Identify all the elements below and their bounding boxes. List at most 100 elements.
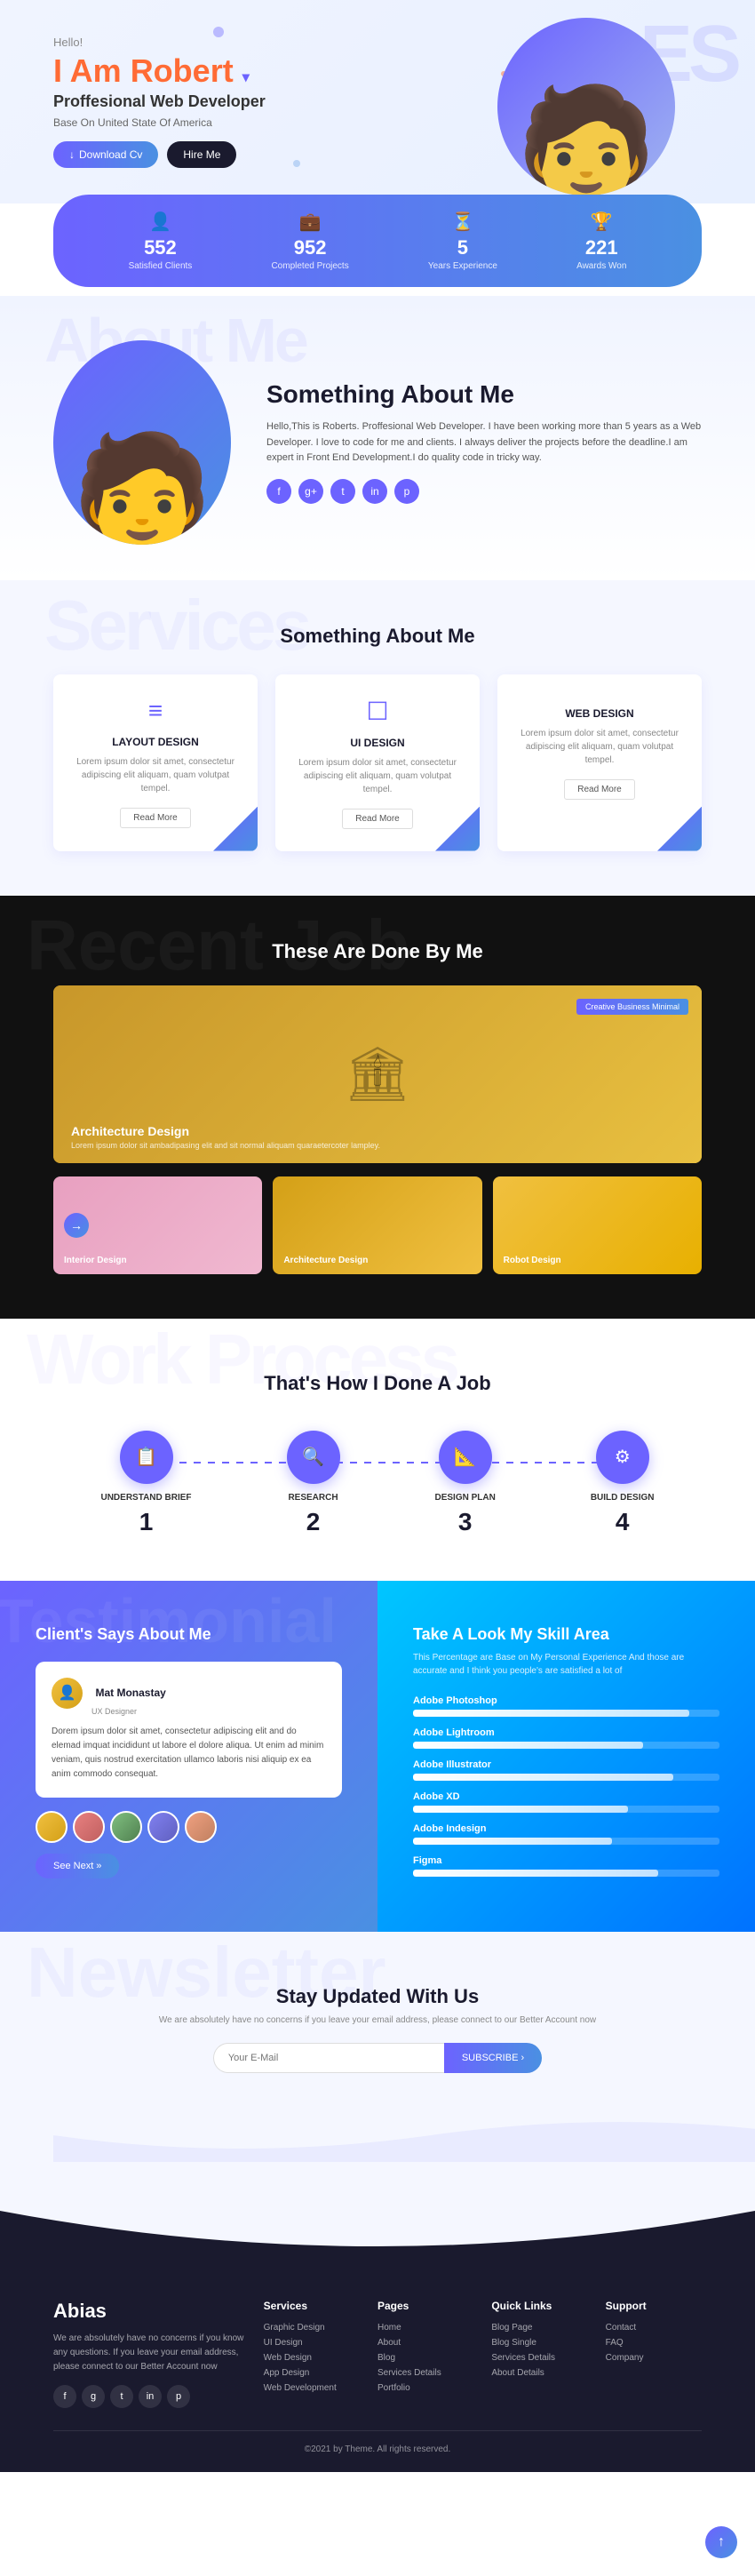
newsletter-email-input[interactable] xyxy=(213,2043,444,2073)
skill-bar-background: 65% xyxy=(413,1838,719,1845)
service-name: LAYOUT DESIGN xyxy=(71,736,240,748)
stat-label: Satisfied Clients xyxy=(129,261,193,271)
footer-link-2-0[interactable]: Blog Page xyxy=(491,2323,587,2333)
skill-name: Adobe Illustrator xyxy=(413,1759,719,1770)
social-linkedin-icon[interactable]: in xyxy=(362,479,387,504)
about-section: About Me 🧑 Something About Me Hello,This… xyxy=(0,296,755,580)
footer-link-0-1[interactable]: UI Design xyxy=(264,2338,360,2348)
newsletter-desc: We are absolutely have no concerns if yo… xyxy=(53,2015,702,2025)
process-step-number: 2 xyxy=(287,1508,340,1536)
service-card: WEB DESIGN Lorem ipsum dolor sit amet, c… xyxy=(497,674,702,851)
stat-item: ⏳5Years Experience xyxy=(428,211,497,271)
stat-icon: 👤 xyxy=(129,211,193,233)
footer-link-3-0[interactable]: Contact xyxy=(606,2323,702,2333)
process-step-icon: 🔍 xyxy=(287,1431,340,1484)
social-google-icon[interactable]: g+ xyxy=(298,479,323,504)
hire-me-button[interactable]: Hire Me xyxy=(167,141,236,168)
footer-link-1-2[interactable]: Blog xyxy=(378,2353,473,2363)
see-next-button[interactable]: See Next » xyxy=(36,1854,119,1878)
service-icon: ☐ xyxy=(293,697,462,726)
read-more-button[interactable]: Read More xyxy=(120,808,190,828)
skill-item: Adobe Photoshop 90% xyxy=(413,1695,719,1717)
testimonial-title: Client's Says About Me xyxy=(36,1625,342,1644)
hero-name-highlight: Robert xyxy=(131,52,234,89)
social-pinterest-icon[interactable]: p xyxy=(394,479,419,504)
newsletter-subscribe-button[interactable]: SUBSCRIBE › xyxy=(444,2043,542,2073)
footer-social-icon-0[interactable]: f xyxy=(53,2385,76,2408)
stat-item: 👤552Satisfied Clients xyxy=(129,211,193,271)
footer-link-1-4[interactable]: Portfolio xyxy=(378,2383,473,2393)
portfolio-section: Recent Job These Are Done By Me 🏛 🕯 Arch… xyxy=(0,896,755,1319)
process-connector-line xyxy=(151,1462,605,1463)
deco-dot xyxy=(293,160,300,167)
footer-link-0-2[interactable]: Web Design xyxy=(264,2353,360,2363)
portfolio-main-item[interactable]: 🏛 🕯 Architecture Design Lorem ipsum dolo… xyxy=(53,985,702,1163)
footer-link-1-1[interactable]: About xyxy=(378,2338,473,2348)
skill-bar-background: 85% xyxy=(413,1774,719,1781)
footer-social-icon-3[interactable]: in xyxy=(139,2385,162,2408)
footer-link-0-3[interactable]: App Design xyxy=(264,2368,360,2378)
reviewer-avatar-3 xyxy=(110,1811,142,1843)
footer-column-0: Services Graphic Design UI Design Web Desi… xyxy=(264,2300,360,2408)
footer-col-title-0: Services xyxy=(264,2300,360,2312)
read-more-button[interactable]: Read More xyxy=(342,809,412,829)
skill-bar-fill: 75% xyxy=(413,1742,643,1749)
stat-item: 💼952Completed Projects xyxy=(271,211,348,271)
footer-link-1-3[interactable]: Services Details xyxy=(378,2368,473,2378)
process-step: 📐 DESIGN PLAN 3 xyxy=(435,1431,496,1536)
portfolio-sub-item-1[interactable]: →Interior Design xyxy=(53,1176,262,1274)
testimonial-role: UX Designer xyxy=(91,1707,326,1716)
footer-link-3-2[interactable]: Company xyxy=(606,2353,702,2363)
footer-link-2-2[interactable]: Services Details xyxy=(491,2353,587,2363)
skill-name: Adobe Lightroom xyxy=(413,1727,719,1738)
testimonial-name: Mat Monastay xyxy=(95,1687,165,1699)
footer-link-0-4[interactable]: Web Development xyxy=(264,2383,360,2393)
read-more-button[interactable]: Read More xyxy=(564,779,634,800)
deco-dot xyxy=(213,27,224,37)
portfolio-sub-item-3[interactable]: Robot Design xyxy=(493,1176,702,1274)
portfolio-sub-grid: →Interior DesignArchitecture Design Robot… xyxy=(53,1176,702,1274)
testimonial-bg-text: Testimonial xyxy=(0,1585,337,1656)
wave-decoration xyxy=(53,2109,755,2162)
footer-social-icon-4[interactable]: p xyxy=(167,2385,190,2408)
newsletter-section: Newsletter Stay Updated With Us We are a… xyxy=(0,1932,755,2211)
back-to-top-button[interactable]: ↑ xyxy=(705,2526,737,2558)
hero-subtitle: Proffesional Web Developer xyxy=(53,92,409,111)
process-step: 📋 UNDERSTAND BRIEF 1 xyxy=(100,1431,191,1536)
footer-link-3-1[interactable]: FAQ xyxy=(606,2338,702,2348)
download-cv-button[interactable]: ↓ Download Cv xyxy=(53,141,158,168)
reviewer-avatar-1 xyxy=(36,1811,68,1843)
footer-col-title-1: Pages xyxy=(378,2300,473,2312)
portfolio-sub-label: Robot Design xyxy=(504,1256,561,1265)
footer-link-0-0[interactable]: Graphic Design xyxy=(264,2323,360,2333)
stat-number: 221 xyxy=(576,236,626,259)
social-twitter-icon[interactable]: t xyxy=(330,479,355,504)
process-step: ⚙ BUILD DESIGN 4 xyxy=(591,1431,655,1536)
portfolio-title: These Are Done By Me xyxy=(53,940,702,963)
skills-section: Take A Look My Skill Area This Percentag… xyxy=(378,1581,755,1932)
footer-col-title-3: Support xyxy=(606,2300,702,2312)
portfolio-sub-item-2[interactable]: Architecture Design xyxy=(273,1176,481,1274)
reviewer-avatars xyxy=(36,1811,342,1843)
footer-social-icon-2[interactable]: t xyxy=(110,2385,133,2408)
skill-bar-background: 80% xyxy=(413,1870,719,1877)
social-facebook-icon[interactable]: f xyxy=(266,479,291,504)
footer-column-1: Pages Home About Blog Services Details Portf… xyxy=(378,2300,473,2408)
skill-item: Adobe Illustrator 85% xyxy=(413,1759,719,1781)
service-name: UI DESIGN xyxy=(293,737,462,749)
skill-bar-fill: 80% xyxy=(413,1870,658,1877)
skill-bar-fill: 85% xyxy=(413,1774,673,1781)
footer-social-icon-1[interactable]: g xyxy=(82,2385,105,2408)
services-section: Services Something About Me ≡ LAYOUT DES… xyxy=(0,580,755,896)
skill-name: Adobe Indesign xyxy=(413,1823,719,1834)
footer-curve xyxy=(0,2211,755,2264)
footer-link-2-3[interactable]: About Details xyxy=(491,2368,587,2378)
footer-link-1-0[interactable]: Home xyxy=(378,2323,473,2333)
footer-brand-name: Abias xyxy=(53,2300,246,2323)
footer-link-2-1[interactable]: Blog Single xyxy=(491,2338,587,2348)
skill-bar-background: 70% xyxy=(413,1806,719,1813)
process-step: 🔍 RESEARCH 2 xyxy=(287,1431,340,1536)
hero-title: I Am Robert ▾ xyxy=(53,53,409,89)
footer-brand-desc: We are absolutely have no concerns if yo… xyxy=(53,2332,246,2374)
process-section: Work Process That's How I Done A Job 📋 U… xyxy=(0,1319,755,1581)
